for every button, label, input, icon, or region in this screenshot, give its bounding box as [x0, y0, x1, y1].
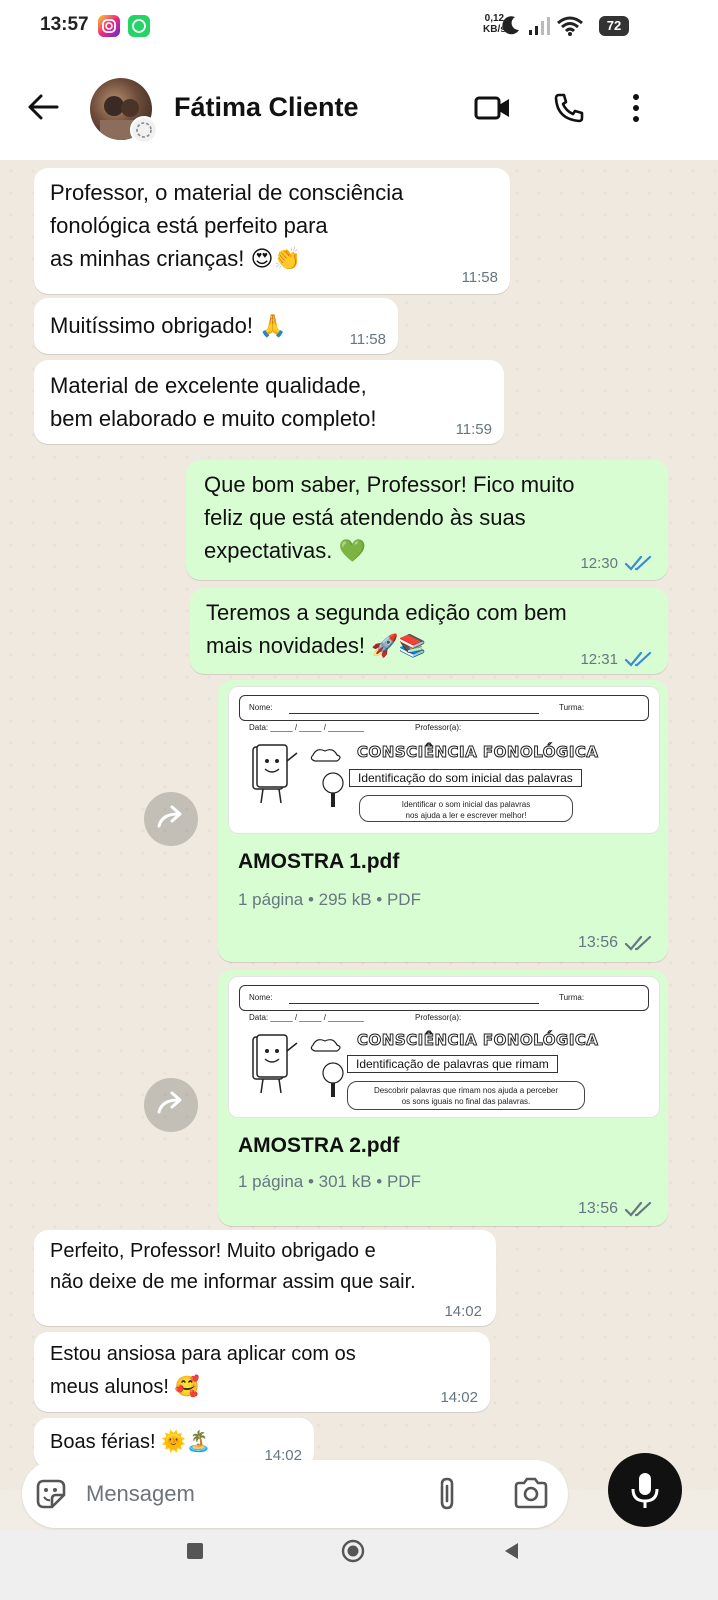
worksheet-data: Data: _____ / _____ / ________ — [249, 723, 364, 732]
message-list[interactable]: Professor, o material de consciência fon… — [0, 160, 718, 1490]
chat-header: Fátima Cliente — [0, 52, 718, 160]
message-body: Professor, o material de consciência fon… — [50, 180, 404, 271]
message-time: 11:58 — [349, 331, 386, 348]
attach-icon[interactable] — [434, 1476, 460, 1512]
battery-icon: 72 — [599, 16, 629, 36]
message-body: Muitíssimo obrigado! — [50, 313, 253, 338]
worksheet-instruction-box: Identificar o som inicial das palavras n… — [359, 795, 573, 822]
message-text: Que bom saber, Professor! Fico muito fel… — [204, 468, 575, 568]
message-emoji: 🙏 — [259, 314, 287, 339]
camera-icon[interactable] — [513, 1477, 549, 1509]
read-ticks-icon — [624, 555, 652, 571]
worksheet-title: CONSCIÊNCIA FONOLÓGICA — [357, 743, 599, 762]
signal-icon — [529, 17, 550, 35]
delivered-ticks-icon — [624, 935, 652, 951]
message-body: Que bom saber, Professor! Fico muito fel… — [204, 472, 575, 563]
video-call-icon[interactable] — [474, 94, 512, 122]
message-body: Estou ansiosa para aplicar com os meus a… — [50, 1343, 356, 1398]
message-time: 14:02 — [444, 1303, 482, 1320]
message-emoji: 😍👏 — [250, 247, 301, 272]
back-triangle-icon[interactable] — [502, 1541, 520, 1561]
forward-icon — [157, 1091, 182, 1114]
message-emoji: 💚 — [338, 539, 366, 564]
message-bubble-incoming[interactable]: Perfeito, Professor! Muito obrigado e nã… — [34, 1230, 496, 1326]
message-emoji: 🥰 — [174, 1374, 200, 1398]
message-bubble-incoming[interactable]: Professor, o material de consciência fon… — [34, 168, 510, 294]
message-text: Professor, o material de consciência fon… — [50, 176, 403, 276]
message-time: 11:58 — [461, 269, 498, 286]
mic-button[interactable] — [608, 1453, 682, 1527]
message-input-placeholder[interactable]: Mensagem — [86, 1481, 195, 1507]
worksheet-professor: Professor(a): — [415, 723, 462, 732]
message-bubble-incoming[interactable]: Material de excelente qualidade, bem ela… — [34, 360, 504, 444]
worksheet-nome: Nome: — [249, 993, 273, 1002]
mic-icon — [631, 1473, 659, 1508]
document-meta: 1 página • 295 kB • PDF — [238, 890, 421, 909]
message-time: 12:30 — [580, 555, 618, 572]
document-preview[interactable]: Nome: Turma: Data: _____ / _____ / _____… — [228, 686, 660, 834]
worksheet-nome: Nome: — [249, 703, 273, 712]
forward-button[interactable] — [144, 792, 198, 846]
worksheet-instruction-box: Descobrir palavras que rimam nos ajuda a… — [347, 1081, 585, 1110]
status-bar: 13:57 0,12 KB/s 72 — [0, 0, 718, 52]
home-icon[interactable] — [341, 1539, 365, 1563]
book-mascot-illustration — [252, 744, 344, 807]
document-preview[interactable]: Nome: Turma: Data: _____ / _____ / _____… — [228, 976, 660, 1118]
worksheet-header-box — [239, 695, 649, 721]
document-meta: 1 página • 301 kB • PDF — [238, 1172, 421, 1191]
worksheet-title: CONSCIÊNCIA FONOLÓGICA — [357, 1031, 599, 1050]
worksheet-subtitle: Identificação do som inicial das palavra… — [349, 769, 582, 787]
wifi-icon — [557, 16, 583, 36]
document-message[interactable]: Nome: Turma: Data: _____ / _____ / _____… — [218, 680, 668, 962]
phone-icon[interactable] — [553, 92, 585, 124]
worksheet-subtitle: Identificação de palavras que rimam — [347, 1055, 558, 1073]
moon-icon — [502, 16, 519, 35]
document-file-name[interactable]: AMOSTRA 1.pdf — [238, 850, 399, 874]
message-bubble-outgoing[interactable]: Que bom saber, Professor! Fico muito fel… — [186, 460, 668, 580]
worksheet-nome-line — [289, 713, 539, 714]
system-nav-bar — [0, 1530, 718, 1600]
message-bubble-incoming[interactable]: Muitíssimo obrigado! 🙏 11:58 — [34, 298, 398, 354]
delivered-ticks-icon — [624, 1201, 652, 1217]
worksheet-nome-line — [289, 1003, 539, 1004]
message-time: 11:59 — [455, 421, 492, 438]
message-time: 13:56 — [577, 934, 618, 951]
document-message[interactable]: Nome: Turma: Data: _____ / _____ / _____… — [218, 970, 668, 1226]
whatsapp-icon — [128, 15, 150, 37]
message-time: 12:31 — [580, 651, 618, 668]
message-emoji: 🚀📚 — [371, 634, 426, 659]
forward-button[interactable] — [144, 1078, 198, 1132]
message-bubble-outgoing[interactable]: Teremos a segunda edição com bem mais no… — [190, 588, 668, 674]
message-text: Muitíssimo obrigado! 🙏 — [50, 309, 287, 343]
message-time: 14:02 — [440, 1389, 478, 1406]
back-arrow-icon[interactable] — [26, 92, 60, 122]
worksheet-data: Data: _____ / _____ / ________ — [249, 1013, 364, 1022]
worksheet-turma: Turma: — [559, 703, 585, 712]
contact-name[interactable]: Fátima Cliente — [174, 92, 359, 123]
message-bubble-incoming[interactable]: Estou ansiosa para aplicar com os meus a… — [34, 1332, 490, 1412]
status-ring-icon — [130, 116, 158, 144]
message-text: Perfeito, Professor! Muito obrigado e nã… — [50, 1240, 416, 1293]
worksheet-header-box — [239, 985, 649, 1011]
read-ticks-icon — [624, 651, 652, 667]
message-text: Teremos a segunda edição com bem mais no… — [206, 596, 567, 663]
status-time: 13:57 — [40, 14, 89, 35]
document-file-name[interactable]: AMOSTRA 2.pdf — [238, 1134, 399, 1158]
more-vert-icon[interactable] — [630, 92, 642, 124]
recents-icon[interactable] — [186, 1542, 204, 1560]
book-mascot-illustration — [252, 1034, 344, 1097]
worksheet-turma: Turma: — [559, 993, 585, 1002]
sticker-icon[interactable] — [34, 1477, 68, 1511]
message-text: Material de excelente qualidade, bem ela… — [50, 373, 377, 431]
message-time: 13:56 — [577, 1200, 618, 1217]
forward-icon — [157, 805, 182, 828]
instagram-icon — [98, 15, 120, 37]
message-text: Estou ansiosa para aplicar com os meus a… — [50, 1338, 356, 1403]
worksheet-professor: Professor(a): — [415, 1013, 462, 1022]
